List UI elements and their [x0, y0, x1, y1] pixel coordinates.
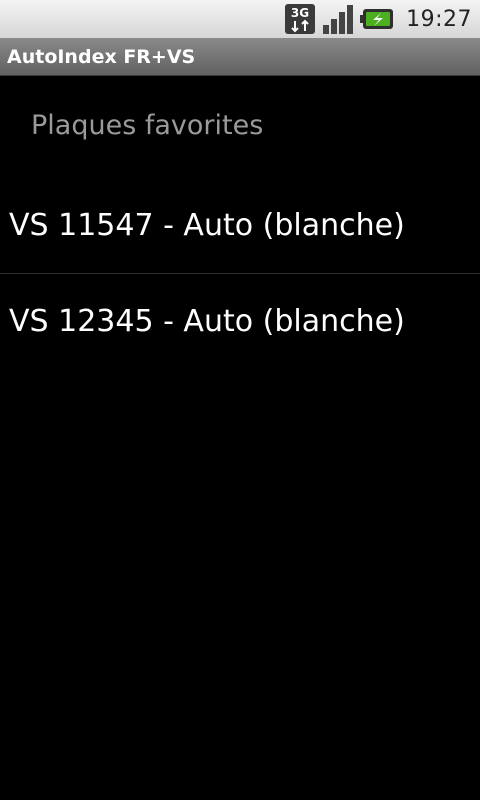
svg-text:3G: 3G [291, 6, 309, 20]
favorite-plate-item[interactable]: VS 11547 - Auto (blanche) [0, 178, 480, 274]
status-bar: 3G 19:27 [0, 0, 480, 38]
app-title: AutoIndex FR+VS [7, 46, 196, 68]
favorite-plate-label: VS 12345 - Auto (blanche) [9, 304, 405, 339]
signal-strength-icon [322, 3, 354, 35]
clock: 19:27 [406, 6, 472, 32]
favorite-plate-label: VS 11547 - Auto (blanche) [9, 208, 405, 243]
app-title-bar: AutoIndex FR+VS [0, 38, 480, 76]
favorite-plate-item[interactable]: VS 12345 - Auto (blanche) [0, 274, 480, 370]
favorites-header: Plaques favorites [31, 110, 264, 141]
status-icons: 3G 19:27 [284, 0, 472, 38]
network-3g-icon: 3G [284, 3, 316, 35]
battery-charging-icon [360, 7, 394, 31]
